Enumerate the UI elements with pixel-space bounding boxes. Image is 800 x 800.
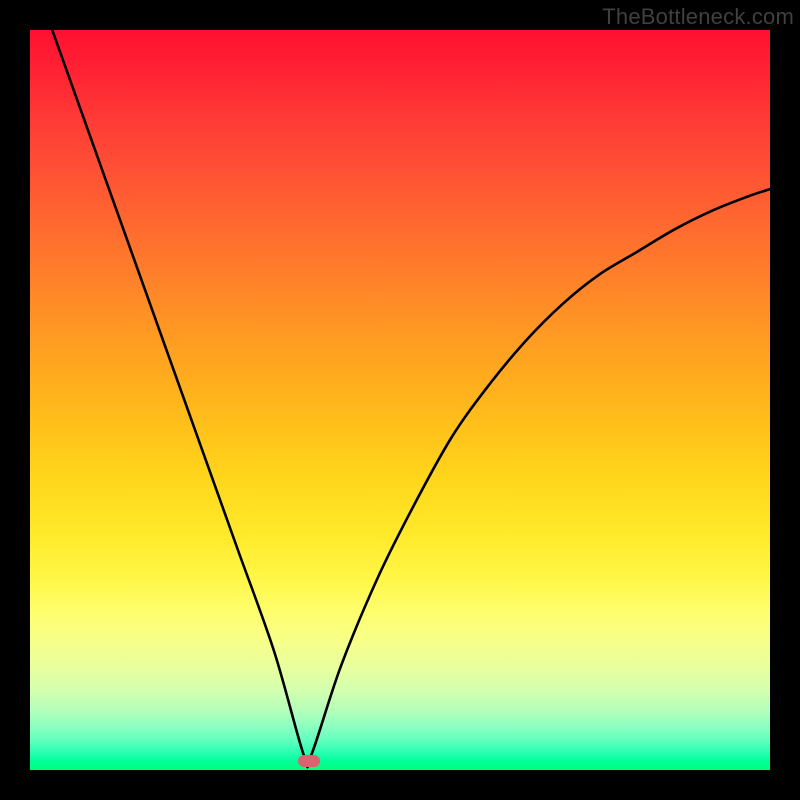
optimum-marker bbox=[298, 755, 320, 767]
curve-path bbox=[52, 30, 770, 767]
plot-area bbox=[30, 30, 770, 770]
bottleneck-curve bbox=[30, 30, 770, 770]
attribution-text: TheBottleneck.com bbox=[602, 4, 794, 30]
